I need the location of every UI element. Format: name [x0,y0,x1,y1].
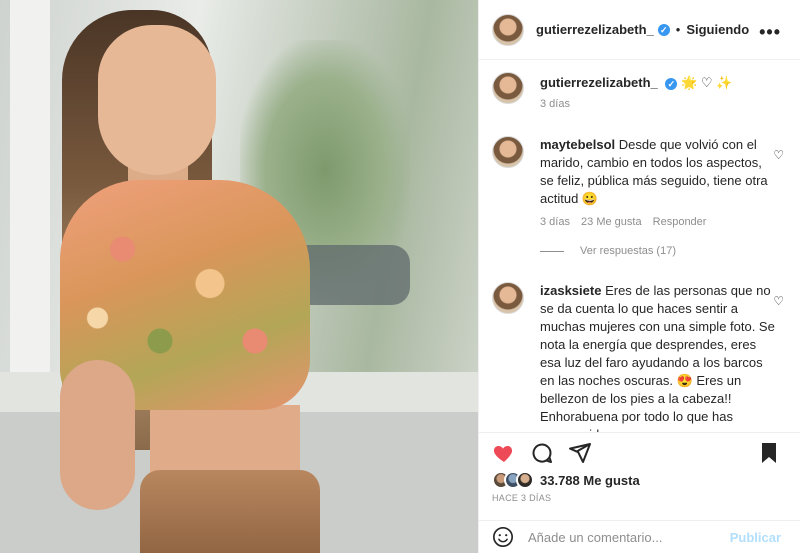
verified-badge-icon: ✓ [665,78,678,90]
comment-text: Eres de las personas que no se da cuenta… [540,283,775,432]
comment-like-heart-icon[interactable]: ♡ [773,294,784,308]
view-replies[interactable]: Ver respuestas (17) [540,245,676,257]
comment-item: izasksiete Eres de las personas que no s… [492,282,792,432]
comment-item: maytebelsol Desde que volvió con el mari… [492,136,792,228]
view-replies-label[interactable]: Ver respuestas (17) [580,245,676,257]
caption-username[interactable]: gutierrezelizabeth_ [540,75,658,90]
post-header: gutierrezelizabeth_ ✓ • Siguiendo ••• [479,0,800,60]
comment-username[interactable]: izasksiete [540,283,601,298]
author-avatar[interactable] [492,13,524,46]
post-photo[interactable] [0,0,478,553]
comment-time[interactable]: 3 días [540,216,570,228]
like-heart-icon[interactable] [492,441,516,465]
following-button[interactable]: Siguiendo [686,22,749,37]
commenter-avatar[interactable] [492,136,524,168]
caption-emojis: 🌟 ♡ ✨ [681,75,733,90]
post-side-panel: gutierrezelizabeth_ ✓ • Siguiendo ••• gu… [478,0,800,553]
author-username[interactable]: gutierrezelizabeth_ [536,22,654,37]
likes-row[interactable]: 33.788 Me gusta [492,471,640,489]
woman-face [98,25,216,175]
reply-button[interactable]: Responder [653,216,707,228]
woman-waist [150,405,300,475]
commenter-avatar[interactable] [492,282,524,314]
likes-count[interactable]: 33.788 Me gusta [540,473,640,488]
leather-skirt [140,470,320,553]
add-comment-bar: Añade un comentario... Publicar [479,520,800,553]
caption-time[interactable]: 3 días [540,98,570,110]
replies-line [540,250,564,252]
comment-username[interactable]: maytebelsol [540,137,615,152]
caption: gutierrezelizabeth_ ✓ 🌟 ♡ ✨ 3 días [492,72,792,110]
more-options-icon[interactable]: ••• [759,22,781,43]
emoji-icon[interactable] [492,526,514,548]
separator-dot: • [675,22,681,37]
comment-icon[interactable] [530,441,554,465]
add-comment-input[interactable]: Añade un comentario... [528,530,662,545]
comments-section[interactable]: gutierrezelizabeth_ ✓ 🌟 ♡ ✨ 3 días mayte… [479,60,800,432]
post-date[interactable]: HACE 3 DÍAS [492,493,551,503]
publish-button[interactable]: Publicar [730,530,781,545]
liker-avatar [516,471,534,489]
author-avatar[interactable] [492,72,524,104]
comment-like-heart-icon[interactable]: ♡ [773,148,784,162]
bookmark-icon[interactable] [757,441,781,465]
woman-arm [60,360,135,510]
verified-badge-icon: ✓ [657,23,670,36]
comment-likes[interactable]: 23 Me gusta [581,216,642,228]
share-icon[interactable] [568,441,592,465]
